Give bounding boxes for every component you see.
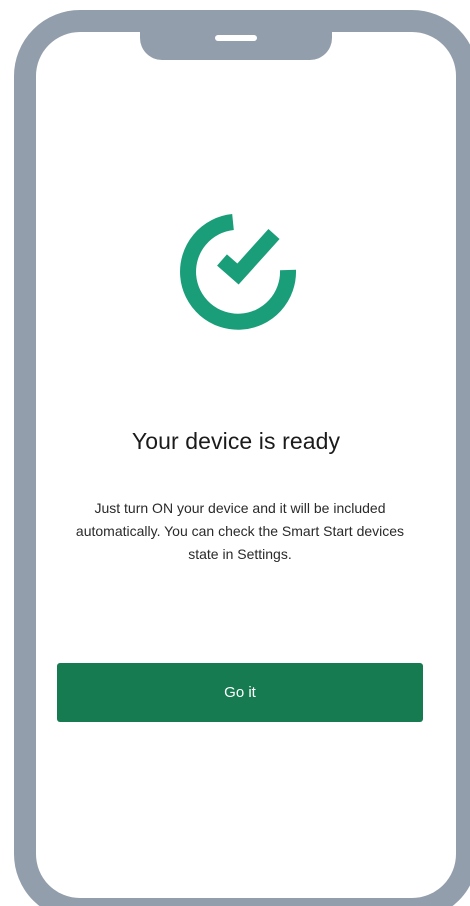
go-it-button[interactable]: Go it — [57, 663, 423, 722]
page-title: Your device is ready — [131, 428, 341, 454]
check-circle-icon — [180, 214, 297, 330]
info-message: Just turn ON your device and it will be … — [75, 500, 405, 562]
